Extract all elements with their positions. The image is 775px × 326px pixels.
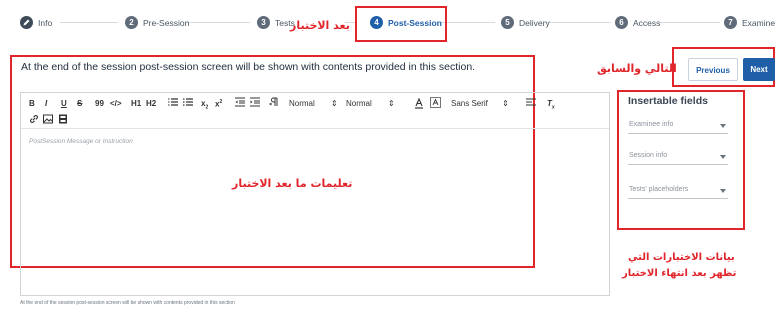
stepper-connector — [185, 22, 250, 23]
step-label: Post-Session — [388, 17, 442, 28]
select-label: Tests' placeholders — [629, 186, 689, 193]
heading-2-button[interactable]: H2 — [146, 99, 156, 108]
size-select[interactable]: Normal ⇕ — [289, 99, 338, 108]
step-number: 5 — [501, 16, 514, 29]
step-delivery[interactable]: 5 Delivery — [501, 16, 550, 29]
size-select-value: Normal — [289, 99, 315, 108]
stepper-connector — [440, 22, 495, 23]
step-post-session[interactable]: 4 Post-Session — [370, 16, 442, 29]
annotation-insertable-fields-line1: بيانات الاختبارات التي — [628, 252, 735, 263]
video-icon[interactable] — [58, 114, 68, 126]
step-label: Info — [38, 17, 53, 28]
editor-hint-text: At the end of the session post-session s… — [20, 300, 235, 306]
align-icon[interactable] — [526, 97, 536, 109]
heading-1-button[interactable]: H1 — [131, 99, 141, 108]
pencil-icon — [20, 16, 33, 29]
caret-down-icon — [720, 155, 726, 159]
font-select[interactable]: Sans Serif ⇕ — [451, 99, 509, 108]
select-label: Examinee info — [629, 121, 674, 128]
image-icon[interactable] — [43, 114, 53, 126]
ordered-list-icon[interactable] — [168, 97, 178, 109]
step-info[interactable]: Info — [20, 16, 52, 29]
annotation-insertable-fields-line2: تظهر بعد انتهاء الاختبار — [622, 268, 737, 279]
next-button[interactable]: Next — [743, 58, 775, 81]
header-select-value: Normal — [346, 99, 372, 108]
text-direction-icon[interactable] — [269, 97, 279, 109]
rich-text-editor: B I U S 99 </> H1 H2 x2 x2 Normal ⇕ Norm… — [20, 92, 610, 296]
post-session-message-editor[interactable]: PostSession Message or Instruction — [21, 130, 609, 296]
caret-down-icon — [720, 124, 726, 128]
outdent-icon[interactable] — [235, 97, 245, 109]
session-info-select[interactable]: Session info — [628, 151, 728, 165]
chevron-updown-icon: ⇕ — [331, 99, 338, 108]
editor-placeholder: PostSession Message or Instruction — [29, 138, 133, 145]
step-label: Pre-Session — [143, 17, 190, 28]
annotation-post-session: بعد الاختبار — [290, 19, 350, 32]
text-color-icon[interactable] — [414, 97, 424, 111]
step-number: 4 — [370, 16, 383, 29]
indent-icon[interactable] — [250, 97, 260, 109]
subscript-button[interactable]: x2 — [201, 99, 208, 111]
step-number: 2 — [125, 16, 138, 29]
step-label: Examinee — [742, 17, 775, 28]
bold-button[interactable]: B — [29, 99, 35, 108]
step-access[interactable]: 6 Access — [615, 16, 660, 29]
caret-down-icon — [720, 189, 726, 193]
step-number: 6 — [615, 16, 628, 29]
page-headline: At the end of the session post-session s… — [21, 61, 476, 73]
bullet-list-icon[interactable] — [183, 97, 193, 109]
italic-button[interactable]: I — [45, 99, 47, 108]
annotation-editor: تعليمات ما بعد الاختبار — [232, 177, 353, 190]
font-select-value: Sans Serif — [451, 99, 488, 108]
examinee-info-select[interactable]: Examinee info — [628, 120, 728, 134]
step-number: 7 — [724, 16, 737, 29]
link-icon[interactable] — [29, 114, 39, 126]
stepper-connector — [60, 22, 118, 23]
step-number: 3 — [257, 16, 270, 29]
editor-toolbar: B I U S 99 </> H1 H2 x2 x2 Normal ⇕ Norm… — [21, 93, 609, 129]
stepper-connector — [545, 22, 611, 23]
step-pre-session[interactable]: 2 Pre-Session — [125, 16, 189, 29]
annotation-nav-buttons: التالي والسابق — [597, 62, 677, 75]
wizard-stepper: Info 2 Pre-Session 3 Tests 4 Post-Sessio… — [0, 0, 775, 46]
step-examinee[interactable]: 7 Examinee — [724, 16, 775, 29]
tests-placeholders-select[interactable]: Tests' placeholders — [628, 185, 728, 199]
header-select[interactable]: Normal ⇕ — [346, 99, 395, 108]
underline-button[interactable]: U — [61, 99, 67, 108]
background-color-icon[interactable] — [430, 97, 441, 110]
superscript-button[interactable]: x2 — [215, 99, 222, 109]
strikethrough-button[interactable]: S — [77, 99, 82, 108]
chevron-updown-icon: ⇕ — [388, 99, 395, 108]
chevron-updown-icon: ⇕ — [502, 99, 509, 108]
step-label: Delivery — [519, 17, 550, 28]
clear-format-button[interactable]: Tx — [547, 99, 555, 111]
step-label: Access — [633, 17, 661, 28]
stepper-connector — [660, 22, 720, 23]
select-label: Session info — [629, 152, 668, 159]
code-block-button[interactable]: </> — [110, 99, 122, 108]
blockquote-button[interactable]: 99 — [95, 99, 104, 108]
previous-button[interactable]: Previous — [688, 58, 738, 81]
insertable-fields-title: Insertable fields — [628, 95, 708, 107]
